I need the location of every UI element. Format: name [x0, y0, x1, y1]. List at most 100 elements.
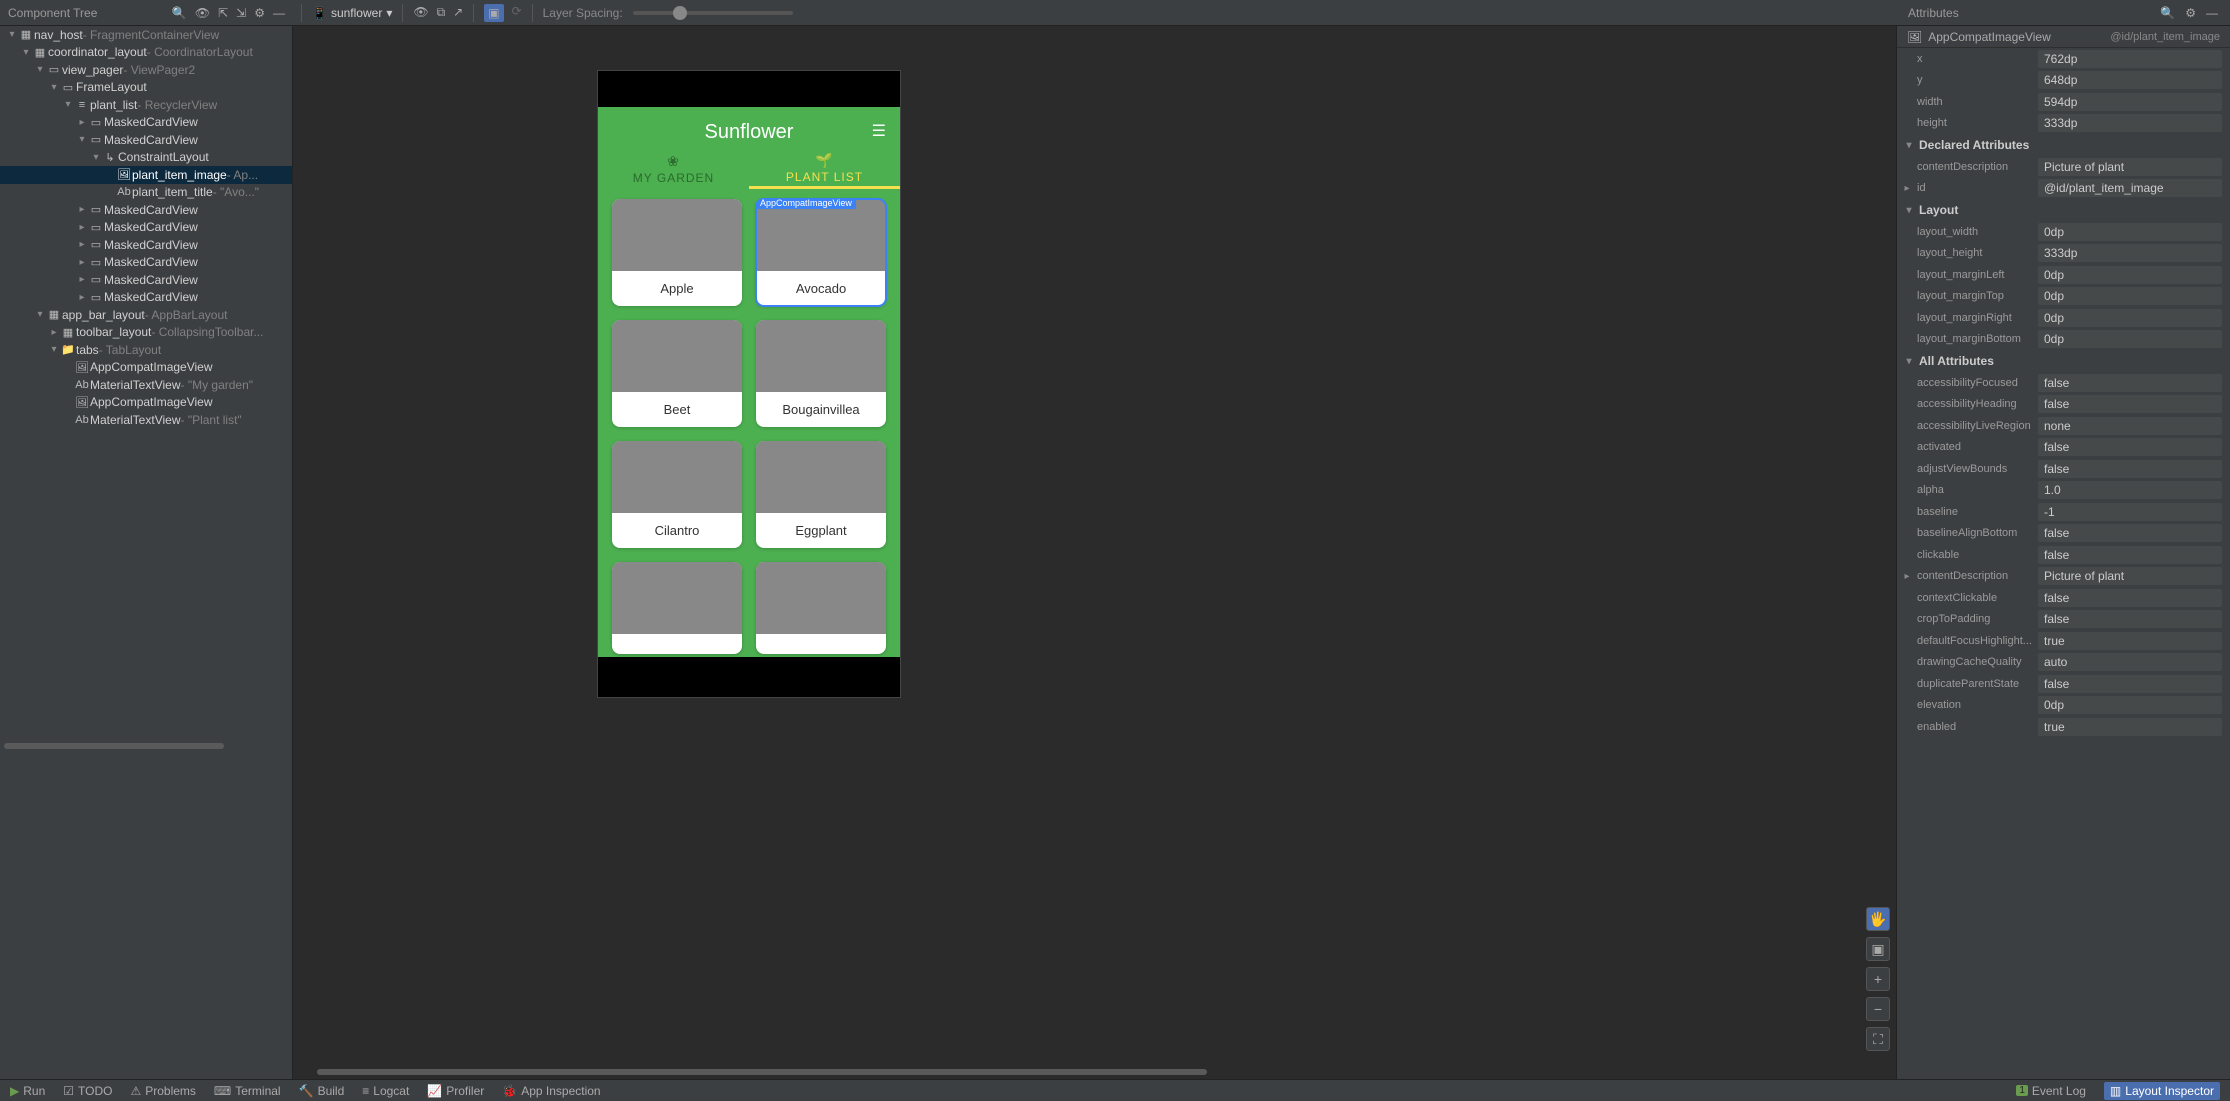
attr-value[interactable]: 0dp: [2038, 223, 2222, 241]
attr-row[interactable]: duplicateParentStatefalse: [1897, 673, 2230, 695]
attr-value[interactable]: auto: [2038, 653, 2222, 671]
tree-item-nav_host[interactable]: ▾▦nav_host - FragmentContainerView: [0, 26, 292, 44]
attr-row[interactable]: defaultFocusHighlight...true: [1897, 630, 2230, 652]
attr-value[interactable]: @id/plant_item_image: [2038, 179, 2222, 197]
tree-twisty[interactable]: ▸: [48, 327, 60, 338]
attr-value[interactable]: 1.0: [2038, 481, 2222, 499]
attr-section[interactable]: ▾All Attributes: [1897, 350, 2230, 372]
tree-item-view_pager[interactable]: ▾▭view_pager - ViewPager2: [0, 61, 292, 79]
layout-canvas[interactable]: Sunflower ☰ ❀MY GARDEN🌱PLANT LIST AppleA…: [293, 26, 1896, 1079]
tree-twisty[interactable]: ▸: [76, 257, 88, 268]
app-inspection-tool[interactable]: 🐞App Inspection: [502, 1084, 600, 1098]
tree-twisty[interactable]: ▸: [76, 239, 88, 250]
plant-card[interactable]: Cilantro: [612, 441, 742, 548]
minimize-icon[interactable]: —: [273, 6, 285, 20]
attr-row[interactable]: baselineAlignBottomfalse: [1897, 523, 2230, 545]
tree-twisty[interactable]: ▾: [20, 47, 32, 58]
tree-item-MaskedCardView[interactable]: ▾▭MaskedCardView: [0, 131, 292, 149]
run-tool[interactable]: ▶Run: [10, 1084, 45, 1098]
attr-value[interactable]: 333dp: [2038, 244, 2222, 262]
attr-row[interactable]: enabledtrue: [1897, 716, 2230, 738]
attr-value[interactable]: false: [2038, 460, 2222, 478]
plant-card[interactable]: Bougainvillea: [756, 320, 886, 427]
attr-value[interactable]: 648dp: [2038, 71, 2222, 89]
attr-row[interactable]: contentDescriptionPicture of plant: [1897, 156, 2230, 178]
attr-value[interactable]: true: [2038, 718, 2222, 736]
attr-row[interactable]: y648dp: [1897, 70, 2230, 92]
attr-row[interactable]: accessibilityLiveRegionnone: [1897, 415, 2230, 437]
attributes-list[interactable]: x762dpy648dpwidth594dpheight333dp▾Declar…: [1897, 48, 2230, 1079]
live-updates-button[interactable]: ▣: [484, 4, 503, 22]
attr-section[interactable]: ▾Layout: [1897, 199, 2230, 221]
tree-item-MaterialTextView[interactable]: AbMaterialTextView - "My garden": [0, 376, 292, 394]
tree-twisty[interactable]: ▸: [76, 117, 88, 128]
tree-item-plant_item_image[interactable]: 🖼plant_item_image - Ap...: [0, 166, 292, 184]
tree-twisty[interactable]: ▾: [76, 134, 88, 145]
attr-value[interactable]: Picture of plant: [2038, 158, 2222, 176]
attr-value[interactable]: Picture of plant: [2038, 567, 2222, 585]
attr-value[interactable]: -1: [2038, 503, 2222, 521]
attr-row[interactable]: clickablefalse: [1897, 544, 2230, 566]
canvas-h-scrollbar[interactable]: [317, 1069, 1556, 1077]
tree-twisty[interactable]: ▸: [76, 274, 88, 285]
attr-value[interactable]: false: [2038, 438, 2222, 456]
layers-button[interactable]: ▣: [1866, 937, 1890, 961]
collapse-icon[interactable]: ⇱: [218, 6, 228, 20]
refresh-icon[interactable]: ⟳: [512, 4, 522, 22]
tree-twisty[interactable]: ▸: [76, 222, 88, 233]
attr-row[interactable]: width594dp: [1897, 91, 2230, 113]
tree-item-MaskedCardView[interactable]: ▸▭MaskedCardView: [0, 271, 292, 289]
problems-tool[interactable]: ⚠Problems: [130, 1084, 195, 1098]
attr-row[interactable]: ▸id@id/plant_item_image: [1897, 178, 2230, 200]
tree-item-ConstraintLayout[interactable]: ▾↳ConstraintLayout: [0, 149, 292, 167]
attr-row[interactable]: alpha1.0: [1897, 480, 2230, 502]
attr-value[interactable]: 0dp: [2038, 266, 2222, 284]
tree-twisty[interactable]: ▾: [6, 29, 18, 40]
attr-row[interactable]: accessibilityFocusedfalse: [1897, 372, 2230, 394]
zoom-fit-button[interactable]: ⛶: [1866, 1027, 1890, 1051]
attr-section[interactable]: ▾Declared Attributes: [1897, 134, 2230, 156]
zoom-out-button[interactable]: −: [1866, 997, 1890, 1021]
tree-item-MaskedCardView[interactable]: ▸▭MaskedCardView: [0, 114, 292, 132]
tree-h-scrollbar[interactable]: [0, 742, 292, 750]
tree-item-MaskedCardView[interactable]: ▸▭MaskedCardView: [0, 236, 292, 254]
minimize-icon[interactable]: —: [2206, 6, 2218, 20]
attr-value[interactable]: false: [2038, 589, 2222, 607]
tree-twisty[interactable]: ▾: [48, 82, 60, 93]
chevron-right-icon[interactable]: ▸: [1901, 571, 1913, 582]
attr-value[interactable]: false: [2038, 546, 2222, 564]
process-dropdown[interactable]: 📱 sunflower ▾: [312, 6, 392, 20]
attr-row[interactable]: height333dp: [1897, 113, 2230, 135]
plant-card[interactable]: [612, 562, 742, 654]
attr-row[interactable]: baseline-1: [1897, 501, 2230, 523]
attr-row[interactable]: accessibilityHeadingfalse: [1897, 394, 2230, 416]
gear-icon[interactable]: ⚙: [254, 6, 265, 20]
tree-item-AppCompatImageView[interactable]: 🖼AppCompatImageView: [0, 394, 292, 412]
tree-item-MaterialTextView[interactable]: AbMaterialTextView - "Plant list": [0, 411, 292, 429]
tree-item-MaskedCardView[interactable]: ▸▭MaskedCardView: [0, 219, 292, 237]
overlay-icon[interactable]: ⧉: [437, 5, 446, 20]
tree-item-toolbar_layout[interactable]: ▸▦toolbar_layout - CollapsingToolbar...: [0, 324, 292, 342]
attr-row[interactable]: ▸contentDescriptionPicture of plant: [1897, 566, 2230, 588]
gear-icon[interactable]: ⚙: [2185, 6, 2196, 20]
tree-item-tabs[interactable]: ▾📁tabs - TabLayout: [0, 341, 292, 359]
layer-spacing-slider[interactable]: [633, 11, 793, 15]
tree-twisty[interactable]: ▾: [34, 64, 46, 75]
tree-item-plant_item_title[interactable]: Abplant_item_title - "Avo...": [0, 184, 292, 202]
search-icon[interactable]: 🔍: [2160, 6, 2175, 20]
attr-row[interactable]: adjustViewBoundsfalse: [1897, 458, 2230, 480]
attr-value[interactable]: true: [2038, 632, 2222, 650]
attr-row[interactable]: activatedfalse: [1897, 437, 2230, 459]
build-tool[interactable]: 🔨Build: [299, 1084, 345, 1098]
tab-my-garden[interactable]: ❀MY GARDEN: [598, 149, 749, 189]
attr-value[interactable]: none: [2038, 417, 2222, 435]
logcat-tool[interactable]: ≡Logcat: [362, 1084, 409, 1098]
attr-value[interactable]: 594dp: [2038, 93, 2222, 111]
zoom-in-button[interactable]: +: [1866, 967, 1890, 991]
attr-row[interactable]: layout_width0dp: [1897, 221, 2230, 243]
attr-row[interactable]: x762dp: [1897, 48, 2230, 70]
attr-value[interactable]: false: [2038, 524, 2222, 542]
attr-value[interactable]: 762dp: [2038, 50, 2222, 68]
expand-icon[interactable]: ⇲: [236, 6, 246, 20]
attr-value[interactable]: 0dp: [2038, 287, 2222, 305]
